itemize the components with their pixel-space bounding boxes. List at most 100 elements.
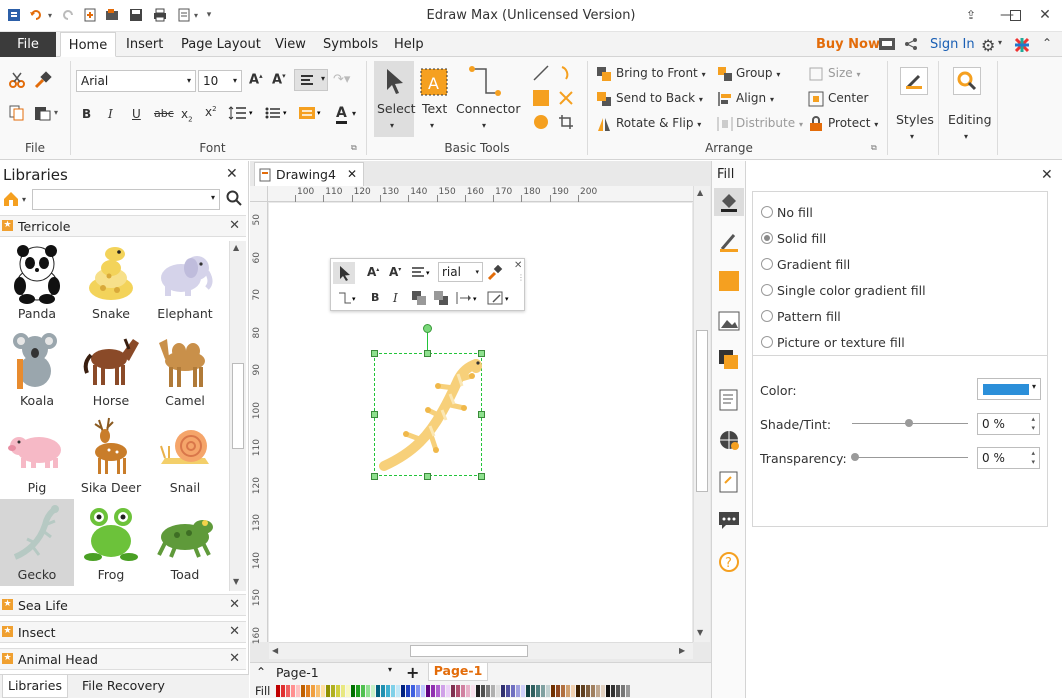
center-icon[interactable]	[808, 91, 824, 107]
strikethrough-icon[interactable]: abc	[154, 107, 174, 120]
line-spacing-icon[interactable]: ▾	[228, 105, 256, 124]
shape-snail[interactable]: Snail	[148, 412, 222, 499]
size-button[interactable]: Size ▾	[828, 66, 860, 80]
radio-single-color-gradient-fill[interactable]	[761, 284, 773, 296]
canvas-horizontal-scrollbar[interactable]: ◀ ▶	[269, 642, 693, 659]
shade-tint-thumb[interactable]	[905, 419, 913, 427]
library-search-icon[interactable]	[226, 190, 242, 209]
maximize-button[interactable]	[1000, 4, 1030, 26]
font-size-select[interactable]: 10 ▾	[198, 70, 242, 92]
styles-button[interactable]: Styles ▾	[896, 65, 934, 145]
transparency-input[interactable]: 0 %	[977, 447, 1040, 469]
attachment-icon[interactable]	[719, 471, 739, 496]
help-icon[interactable]: ?	[718, 551, 740, 576]
tab-symbols[interactable]: Symbols	[319, 32, 382, 57]
font-color-icon[interactable]: A	[336, 105, 347, 124]
shade-tint-input[interactable]: 0 %	[977, 413, 1040, 435]
align-icon[interactable]	[717, 91, 733, 107]
palette-swatch[interactable]	[341, 685, 345, 697]
editing-button[interactable]: Editing ▾	[946, 65, 992, 145]
tab-libraries[interactable]: Libraries	[2, 675, 68, 698]
add-page-icon[interactable]: +	[406, 663, 419, 682]
palette-swatch[interactable]	[301, 685, 305, 697]
font-dialog-launcher-icon[interactable]: ⧉	[351, 143, 357, 153]
connector-tool-button[interactable]: Connector ▾	[454, 61, 520, 137]
palette-swatch[interactable]	[281, 685, 285, 697]
palette-swatch[interactable]	[286, 685, 290, 697]
palette-swatch[interactable]	[396, 685, 400, 697]
shape-panda[interactable]: Panda	[0, 238, 74, 325]
line-style-icon[interactable]	[718, 231, 740, 256]
library-search-field[interactable]	[33, 190, 203, 209]
group-icon[interactable]	[717, 66, 733, 82]
palette-swatch[interactable]	[416, 685, 420, 697]
color-palette[interactable]	[276, 685, 631, 697]
settings-gear-icon[interactable]: ⚙	[981, 36, 995, 55]
buy-now-link[interactable]: Buy Now	[812, 32, 884, 57]
scroll-thumb[interactable]	[232, 363, 244, 449]
palette-swatch[interactable]	[516, 685, 520, 697]
center-button[interactable]: Center	[828, 91, 868, 105]
radio-pattern-fill[interactable]	[761, 310, 773, 322]
palette-swatch[interactable]	[401, 685, 405, 697]
shape-horse[interactable]: Horse	[74, 325, 148, 412]
tab-page-layout[interactable]: Page Layout	[177, 32, 265, 57]
palette-swatch[interactable]	[526, 685, 530, 697]
mini-connector-icon[interactable]: ▾	[337, 290, 359, 309]
group-button[interactable]: Group ▾	[736, 66, 780, 80]
tab-view[interactable]: View	[271, 32, 310, 57]
scroll-down-icon[interactable]: ▼	[233, 577, 239, 586]
shape-sika-deer[interactable]: Sika Deer	[74, 412, 148, 499]
copy-icon[interactable]	[9, 105, 25, 121]
bring-to-front-button[interactable]: Bring to Front ▾	[616, 66, 706, 80]
canvas-hscroll-thumb[interactable]	[410, 645, 528, 657]
font-family-select[interactable]: Arial ▾	[76, 70, 196, 92]
palette-swatch[interactable]	[306, 685, 310, 697]
palette-swatch[interactable]	[576, 685, 580, 697]
resize-handle[interactable]	[478, 473, 485, 480]
protect-icon[interactable]	[808, 116, 824, 132]
cut-icon[interactable]	[9, 72, 25, 88]
palette-swatch[interactable]	[381, 685, 385, 697]
palette-swatch[interactable]	[586, 685, 590, 697]
palette-swatch[interactable]	[621, 685, 625, 697]
shape-toad[interactable]: Toad	[148, 499, 222, 586]
library-header-animal-head[interactable]: ★ Animal Head ✕	[0, 648, 246, 670]
ellipse-icon[interactable]	[533, 114, 549, 130]
palette-swatch[interactable]	[326, 685, 330, 697]
paste-icon[interactable]	[34, 105, 51, 121]
transparency-slider[interactable]	[852, 457, 968, 458]
palette-swatch[interactable]	[371, 685, 375, 697]
cart-icon[interactable]	[879, 37, 895, 54]
library-header-terricole[interactable]: ★ Terricole ✕	[0, 215, 246, 237]
palette-swatch[interactable]	[336, 685, 340, 697]
close-window-button[interactable]: ✕	[1030, 4, 1060, 26]
canvas-vscroll-thumb[interactable]	[696, 330, 708, 492]
mini-bring-front-icon[interactable]	[411, 290, 427, 309]
rotate-flip-icon[interactable]	[596, 116, 612, 132]
gecko-shape-icon[interactable]	[376, 354, 482, 474]
rectangle-icon[interactable]	[533, 90, 549, 106]
mini-send-back-icon[interactable]	[433, 290, 449, 309]
mini-distribute-icon[interactable]: ▾	[455, 290, 481, 309]
palette-swatch[interactable]	[511, 685, 515, 697]
page-select[interactable]: Page-1 ▾	[276, 665, 396, 681]
palette-swatch[interactable]	[471, 685, 475, 697]
shape-koala[interactable]: Koala	[0, 325, 74, 412]
palette-swatch[interactable]	[391, 685, 395, 697]
palette-swatch[interactable]	[346, 685, 350, 697]
tab-insert[interactable]: Insert	[122, 32, 167, 57]
shape-elephant[interactable]: Elephant	[148, 238, 222, 325]
bring-to-front-icon[interactable]	[596, 66, 612, 82]
line-icon[interactable]	[533, 65, 549, 81]
palette-swatch[interactable]	[541, 685, 545, 697]
canvas-scroll-left-icon[interactable]: ◀	[272, 646, 278, 655]
palette-swatch[interactable]	[291, 685, 295, 697]
canvas-scroll-right-icon[interactable]: ▶	[679, 646, 685, 655]
palette-swatch[interactable]	[296, 685, 300, 697]
radio-no-fill[interactable]	[761, 206, 773, 218]
palette-swatch[interactable]	[366, 685, 370, 697]
palette-swatch[interactable]	[556, 685, 560, 697]
radio-gradient-fill[interactable]	[761, 258, 773, 270]
close-document-icon[interactable]: ✕	[347, 167, 357, 181]
